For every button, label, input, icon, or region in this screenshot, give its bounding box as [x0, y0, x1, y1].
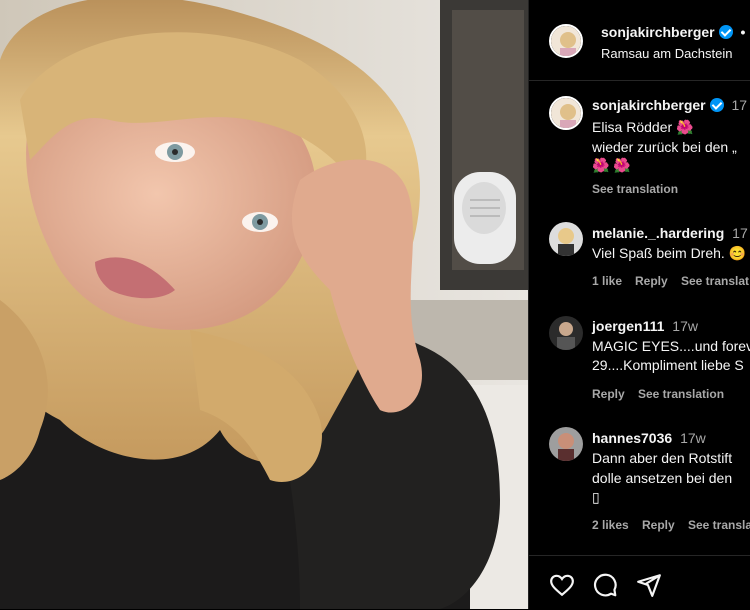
- caption-time[interactable]: 17: [732, 97, 748, 113]
- author-username-text[interactable]: sonjakirchberger: [601, 24, 715, 40]
- comment-text-line-1: MAGIC EYES....und forev: [592, 338, 750, 354]
- comment-likes[interactable]: 2 likes: [592, 518, 629, 532]
- post-header: sonjakirchberger • Ramsau am Dachstein: [529, 0, 750, 81]
- comment-username-text[interactable]: melanie._.hardering: [592, 225, 724, 241]
- comment-username[interactable]: melanie._.hardering 17: [592, 225, 748, 241]
- comment-username[interactable]: hannes7036 17w: [592, 430, 706, 446]
- caption-avatar[interactable]: [549, 96, 583, 130]
- post-location[interactable]: Ramsau am Dachstein: [601, 44, 733, 64]
- caption-line-1: Elisa Rödder 🌺: [592, 119, 694, 135]
- verified-icon: [718, 25, 733, 39]
- share-icon[interactable]: [636, 572, 662, 598]
- see-translation-button[interactable]: See translation: [638, 387, 724, 401]
- comment-text: Viel Spaß beim Dreh. 😊: [592, 245, 747, 261]
- caption-username[interactable]: sonjakirchberger 17: [592, 97, 747, 113]
- heart-icon[interactable]: [549, 572, 575, 598]
- comment-avatar[interactable]: [549, 427, 583, 461]
- reply-button[interactable]: Reply: [635, 274, 668, 288]
- verified-icon: [709, 98, 724, 112]
- comment-time[interactable]: 17w: [672, 318, 698, 334]
- caption-username-text[interactable]: sonjakirchberger: [592, 97, 706, 113]
- reply-button[interactable]: Reply: [642, 518, 675, 532]
- author-avatar[interactable]: [549, 24, 583, 58]
- action-bar: [529, 555, 750, 610]
- comments-panel: sonjakirchberger • Ramsau am Dachstein s…: [528, 0, 750, 609]
- comment-text-line-3: ▯: [592, 489, 600, 505]
- comment-text-line-2: dolle ansetzen bei den: [592, 470, 733, 486]
- comment-likes[interactable]: 1 like: [592, 274, 622, 288]
- comment-username[interactable]: joergen111 17w: [592, 318, 698, 334]
- see-translation-button[interactable]: See translat: [681, 274, 749, 288]
- caption-line-3: 🌺 🌺: [592, 157, 631, 173]
- comment-text-line-1: Dann aber den Rotstift: [592, 450, 733, 466]
- comment-avatar[interactable]: [549, 316, 583, 350]
- post-viewer: sonjakirchberger • Ramsau am Dachstein s…: [0, 0, 750, 609]
- selfie-image: [0, 0, 528, 609]
- comment-username-text[interactable]: joergen111: [592, 318, 664, 334]
- caption-see-translation[interactable]: See translation: [592, 182, 678, 196]
- comment-time[interactable]: 17w: [680, 430, 706, 446]
- see-translation-button[interactable]: See transla: [688, 518, 750, 532]
- comment-time[interactable]: 17: [732, 225, 748, 241]
- comment-avatar[interactable]: [549, 222, 583, 256]
- comment-username-text[interactable]: hannes7036: [592, 430, 672, 446]
- separator-dot: •: [740, 24, 746, 40]
- comment-icon[interactable]: [592, 572, 618, 598]
- author-username[interactable]: sonjakirchberger •: [601, 24, 745, 40]
- post-photo[interactable]: [0, 0, 528, 609]
- caption-line-2: wieder zurück bei den „: [592, 139, 737, 155]
- comment-text-line-2: 29....Kompliment liebe S: [592, 357, 744, 373]
- reply-button[interactable]: Reply: [592, 387, 625, 401]
